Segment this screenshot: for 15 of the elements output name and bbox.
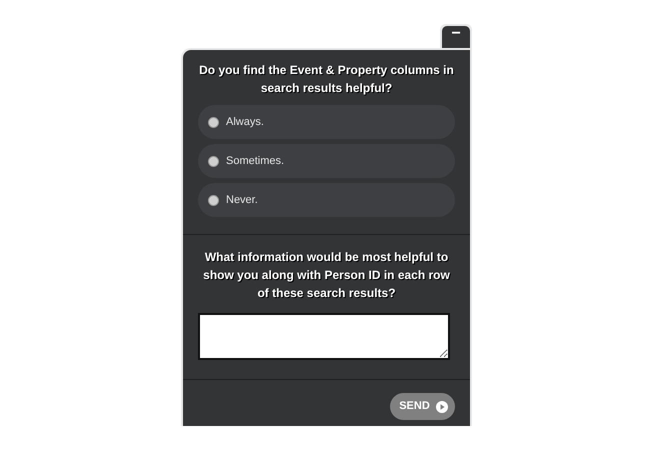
radio-button[interactable]	[208, 156, 219, 166]
send-button[interactable]: SEND	[390, 393, 455, 420]
minimize-button[interactable]: −	[442, 26, 470, 48]
play-icon	[436, 400, 448, 412]
option-label: Sometimes.	[226, 154, 284, 169]
option-label: Never.	[226, 192, 258, 208]
radio-button[interactable]	[208, 116, 219, 128]
option-label: Always.	[226, 114, 264, 130]
answer-option[interactable]: Sometimes.	[198, 144, 455, 178]
radio-button[interactable]	[208, 194, 219, 206]
answer-option[interactable]: Never.	[198, 183, 455, 217]
answer-option[interactable]: Always.	[198, 105, 455, 139]
question-text: What information would be most helpful to show you along with Person ID in each row of these search results?	[202, 249, 451, 302]
question-text: Do you find the Event & Property columns in search results helpful?	[198, 62, 455, 97]
answer-box[interactable]	[198, 313, 450, 360]
